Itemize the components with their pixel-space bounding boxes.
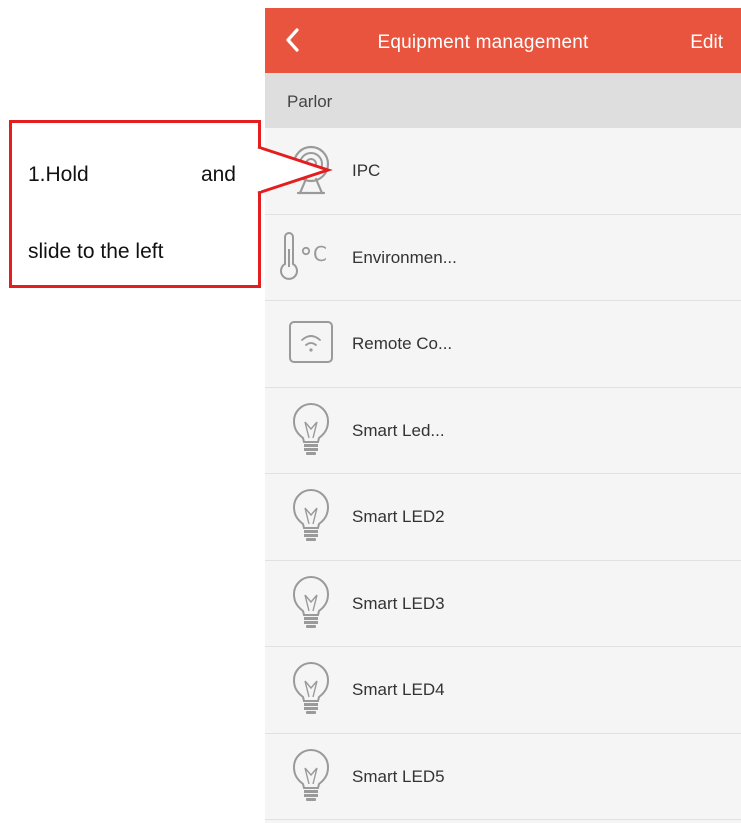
- bulb-icon: [275, 485, 347, 547]
- bulb-icon: [275, 572, 347, 634]
- device-screen: Equipment management Edit Parlor IPC C E…: [265, 8, 741, 823]
- callout-text-and: and: [200, 163, 236, 186]
- bulb-icon: [275, 745, 347, 807]
- svg-text:C: C: [313, 242, 327, 266]
- device-label: Remote Co...: [352, 334, 453, 353]
- device-item-ipc[interactable]: IPC: [265, 128, 741, 215]
- device-label: Smart LED2: [352, 507, 445, 526]
- camera-icon: [275, 139, 347, 201]
- thermometer-icon: C: [275, 226, 347, 288]
- page-title: Equipment management: [377, 32, 589, 53]
- device-item-smart-led5[interactable]: Smart LED5: [265, 733, 741, 820]
- wifi-remote-icon: [275, 312, 347, 374]
- device-list: IPC C Environmen... Remote Co... Smart L…: [265, 128, 741, 820]
- top-bar: Equipment management Edit: [265, 8, 741, 73]
- device-label: Smart LED5: [352, 766, 445, 786]
- device-item-environment[interactable]: C Environmen...: [265, 214, 741, 301]
- device-label: Environmen...: [352, 247, 457, 267]
- device-item-smart-led2[interactable]: Smart LED2: [265, 474, 741, 561]
- device-label: Smart LED3: [352, 593, 445, 613]
- device-item-smart-led[interactable]: Smart Led...: [265, 387, 741, 474]
- instruction-callout: 1.Hold and slide to the left: [9, 120, 261, 288]
- edit-button[interactable]: Edit: [690, 8, 723, 73]
- device-label: IPC: [352, 161, 381, 180]
- room-section-header: Parlor: [265, 73, 741, 128]
- device-item-smart-led4[interactable]: Smart LED4: [265, 647, 741, 734]
- device-label: Smart LED4: [352, 680, 445, 699]
- bulb-icon: [275, 658, 347, 720]
- device-label: Smart Led...: [352, 420, 445, 440]
- callout-text-step: 1.Hold: [28, 163, 89, 186]
- callout-text-instruction: slide to the left: [28, 240, 164, 263]
- device-item-remote[interactable]: Remote Co...: [265, 301, 741, 388]
- device-item-smart-led3[interactable]: Smart LED3: [265, 560, 741, 647]
- bulb-icon: [275, 399, 347, 461]
